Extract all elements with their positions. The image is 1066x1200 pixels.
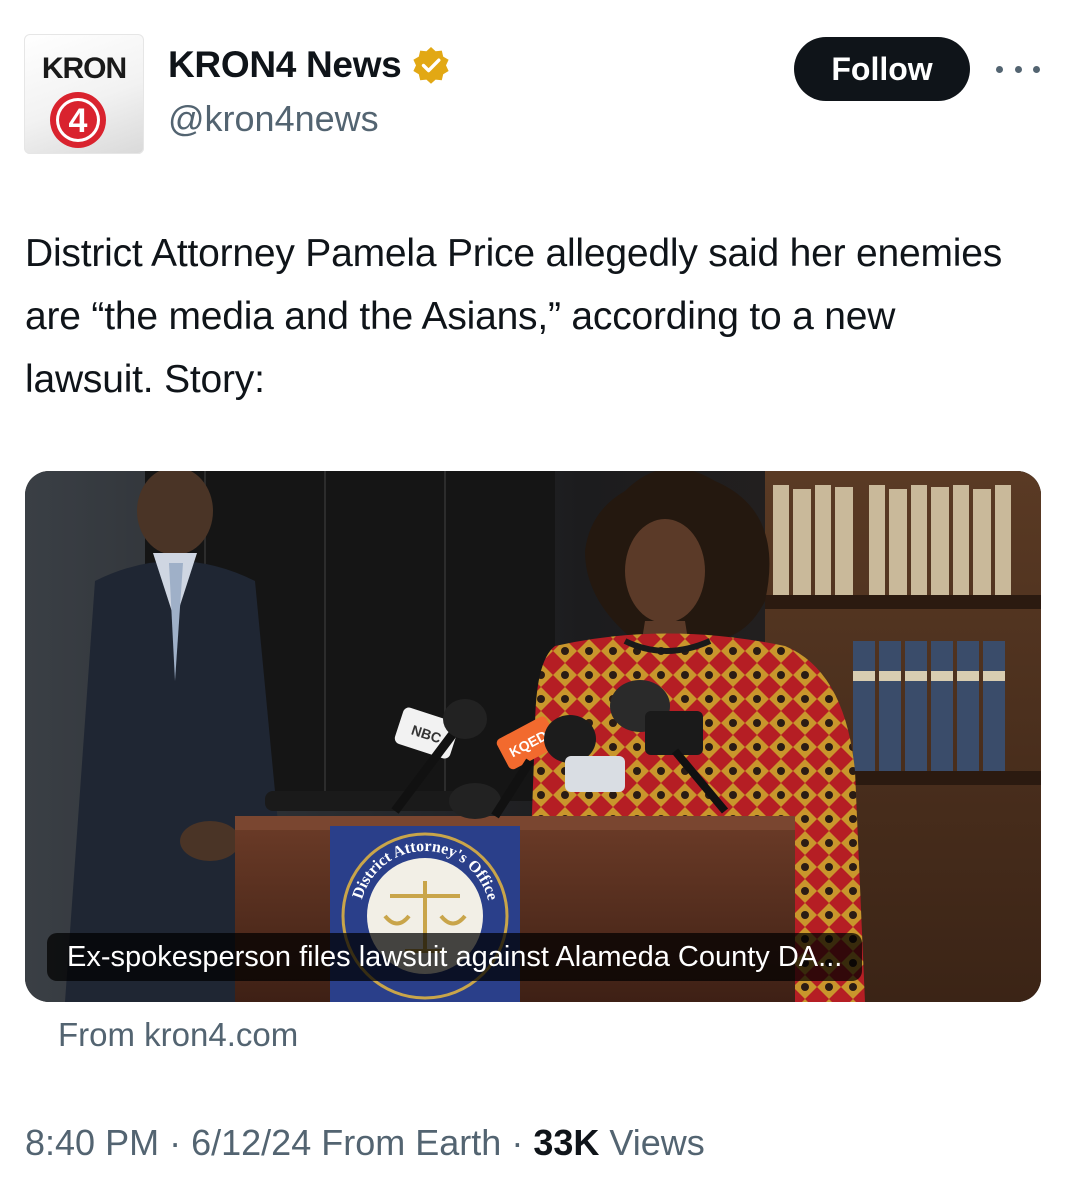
tweet-date[interactable]: 6/12/24 [191,1122,311,1163]
kron4-logo-icon: 4 [50,92,106,148]
link-card-source[interactable]: From kron4.com [58,1016,298,1054]
link-card-headline: Ex-spokesperson files lawsuit against Al… [47,933,863,981]
logo-wordmark: KRON [41,52,127,85]
views-label: Views [609,1122,705,1163]
tweet-time[interactable]: 8:40 PM [25,1122,159,1163]
display-name[interactable]: KRON4 News [168,44,402,86]
link-card[interactable]: District Attorney's Office NBC KQED Ex-s… [25,471,1041,1002]
more-options-icon[interactable] [996,58,1040,80]
logo-number: 4 [69,102,88,140]
follow-button[interactable]: Follow [794,37,970,101]
meta-separator-2: · [511,1122,524,1163]
verified-badge-icon [413,47,450,84]
article-photo: District Attorney's Office NBC KQED [25,471,1041,1002]
account-avatar[interactable]: KRON 4 [24,34,144,154]
account-name-row: KRON4 News [168,44,451,86]
account-handle[interactable]: @kron4news [168,98,379,140]
meta-separator: · [169,1122,182,1163]
tweet: KRON 4 KRON4 News @kron4news Follow Dist… [0,0,1066,1200]
tweet-meta: 8:40 PM · 6/12/24 From Earth · 33K Views [25,1122,705,1164]
tweet-source: From Earth [321,1122,502,1163]
tweet-text: District Attorney Pamela Price allegedly… [25,232,1003,401]
views-count: 33K [533,1122,600,1163]
